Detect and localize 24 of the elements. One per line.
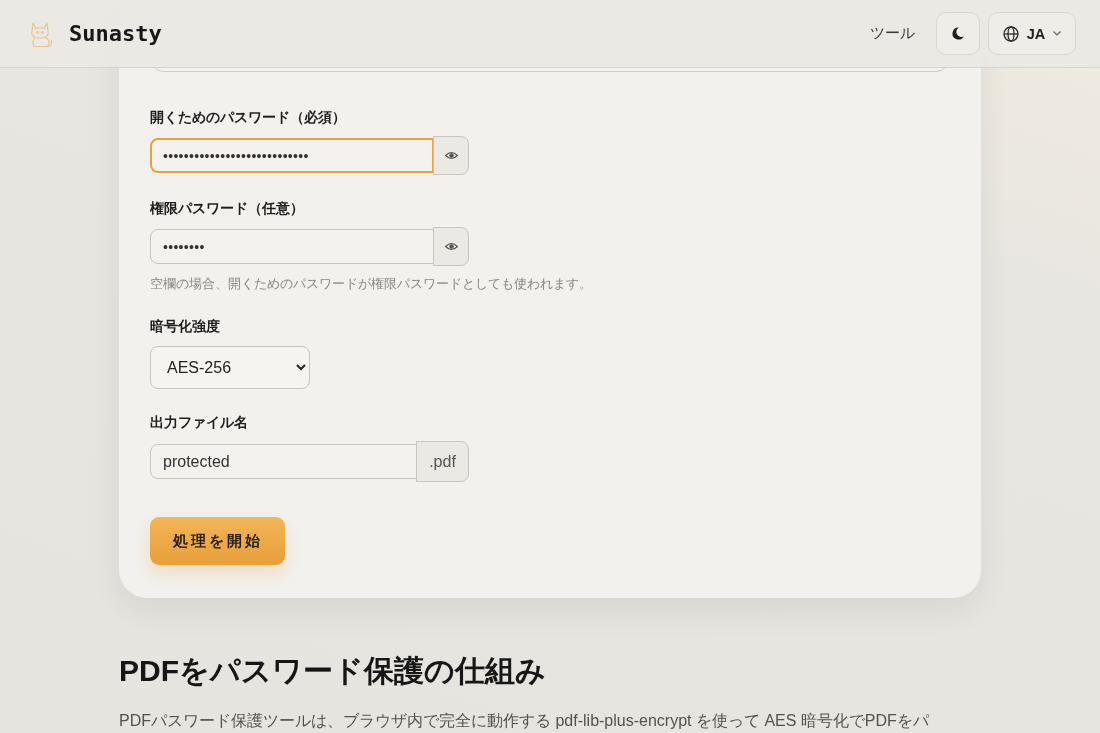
nav-link[interactable]: ツール [870,24,915,43]
file-extension-suffix: .pdf [416,441,469,482]
password-field[interactable]: •••••••••••••••••••••••••••• [150,138,434,173]
language-button[interactable]: JA [988,12,1076,55]
moon-icon [952,27,964,40]
field-label: 権限パスワード（任意） [150,199,304,218]
eye-icon [444,242,458,251]
section-heading: PDFをパスワード保護の仕組み [119,653,546,689]
site-logo-text[interactable]: Sunasty [69,21,162,46]
section-paragraph: PDFパスワード保護ツールは、ブラウザ内で完全に動作する pdf-lib-plus-encrypt を使って AES 暗号化でPDFをパ [119,711,929,731]
encryption-select[interactable]: AES-256 [150,346,310,389]
chevron-down-icon [1053,31,1062,36]
start-button[interactable]: 処理を開始 [150,517,285,565]
theme-toggle-button[interactable] [936,12,980,55]
password-field[interactable]: •••••••• [150,229,434,264]
field-label: 出力ファイル名 [150,413,248,432]
show-password-button[interactable] [433,136,469,175]
field-label: 暗号化強度 [150,317,220,336]
globe-icon [1002,25,1019,42]
field-label: 開くためのパスワード（必須） [150,108,346,127]
hint-text: 空欄の場合、開くためのパスワードが権限パスワードとしても使われます。 [150,276,592,293]
eye-icon [444,151,458,160]
filename-field[interactable]: protected [150,444,417,479]
show-password-button[interactable] [433,227,469,266]
